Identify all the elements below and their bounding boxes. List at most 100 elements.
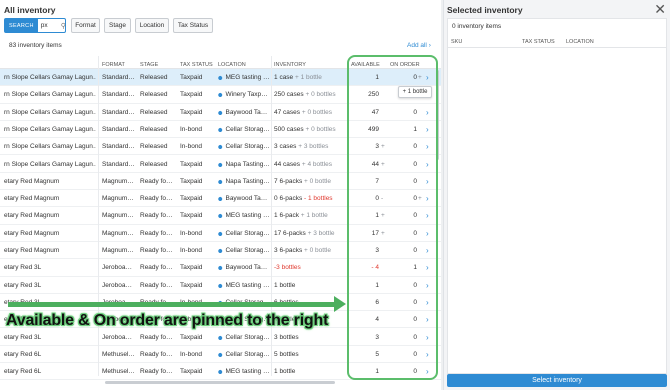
location-pin-icon: ⬤ <box>218 282 223 288</box>
chevron-right-icon[interactable]: › <box>426 363 434 380</box>
filter-stage[interactable]: Stage <box>104 18 131 33</box>
table-row[interactable]: etary Red Magnum Magnum… Ready fo… In-bond ⬤… <box>0 242 441 260</box>
chevron-right-icon[interactable]: › <box>426 69 434 86</box>
inventory-unit: 6-packs <box>279 177 303 185</box>
col-sku[interactable]: SKU <box>451 39 462 45</box>
row-format: Magnum… <box>102 177 134 185</box>
row-tax-status: Taxpaid <box>180 108 203 116</box>
inventory-qty: -3 <box>274 264 280 272</box>
chevron-right-icon[interactable]: › <box>426 104 434 121</box>
row-name: rn Slope Cellars Gamay Lagun… <box>4 74 96 81</box>
chevron-right-icon[interactable]: › <box>426 242 434 259</box>
row-location-text: Winery Taxp… <box>225 91 268 99</box>
on-order-modifier <box>418 207 424 224</box>
chevron-right-icon[interactable]: › <box>426 121 434 138</box>
chevron-right-icon[interactable]: › <box>426 329 434 346</box>
chevron-right-icon[interactable]: › <box>426 346 434 363</box>
chevron-right-icon[interactable]: › <box>426 225 434 242</box>
row-available: 3 <box>346 138 379 155</box>
on-order-modifier <box>418 225 424 242</box>
inventory-unit: bottles <box>279 333 299 341</box>
row-inventory: 7 6-packs + 0 bottle <box>274 173 346 190</box>
location-pin-icon: ⬤ <box>218 196 223 202</box>
select-inventory-button[interactable]: Select inventory <box>447 374 667 387</box>
col-location-right[interactable]: Location <box>566 39 594 45</box>
chevron-right-icon[interactable]: › <box>426 138 434 155</box>
inventory-unit: bottle <box>279 281 296 289</box>
horizontal-scrollbar[interactable] <box>105 381 335 384</box>
inventory-qty: 44 <box>274 160 282 168</box>
location-pin-icon: ⬤ <box>218 126 223 132</box>
row-format: Standard… <box>102 108 135 116</box>
search-input[interactable] <box>37 22 60 29</box>
row-name: etary Red 3L <box>4 333 42 341</box>
table-row[interactable]: rn Slope Cellars Gamay Lagun… Standard… Re… <box>0 121 441 139</box>
close-icon[interactable]: ✕ <box>654 2 666 16</box>
table-row[interactable]: rn Slope Cellars Gamay Lagun… Standard… Re… <box>0 156 441 173</box>
row-available: 5 <box>346 346 379 363</box>
search-box[interactable]: SEARCH ⚲ <box>4 18 66 33</box>
table-row[interactable]: etary Red Magnum Magnum… Ready fo… Taxpaid ⬤… <box>0 173 441 191</box>
inventory-qty: 7 <box>274 177 278 185</box>
inventory-unit: bottles <box>279 350 299 358</box>
location-pin-icon: ⬤ <box>218 109 223 115</box>
table-row[interactable]: etary Red Magnum Magnum… Ready fo… Taxpaid ⬤… <box>0 207 441 225</box>
available-modifier: + <box>381 160 385 168</box>
row-tax-status: Taxpaid <box>180 74 203 81</box>
chevron-right-icon[interactable]: › <box>426 259 434 276</box>
chevron-right-icon[interactable]: › <box>426 311 434 328</box>
inventory-qty: 1 <box>274 281 278 289</box>
table-row[interactable]: etary Red 6L Methusel… Ready fo… In-bond ⬤ Ce… <box>0 346 441 364</box>
chevron-right-icon[interactable]: › <box>426 277 434 294</box>
search-button[interactable]: SEARCH <box>5 19 38 32</box>
row-inventory: 1 6-pack + 1 bottle <box>274 207 346 224</box>
filter-location[interactable]: Location <box>135 18 169 33</box>
row-inventory: 250 cases + 0 bottles <box>274 86 346 103</box>
chevron-right-icon[interactable]: › <box>426 190 434 207</box>
table-row[interactable]: etary Red 3L Jeroboa… Ready fo… Taxpaid ⬤ Bay… <box>0 259 441 277</box>
row-tax-status: Taxpaid <box>180 160 203 168</box>
chevron-right-icon[interactable]: › <box>426 207 434 224</box>
table-row[interactable]: rn Slope Cellars Gamay Lagun… Standard… Re… <box>0 86 441 104</box>
row-location: ⬤ Winery Taxp… <box>218 86 270 103</box>
add-all-label[interactable]: Add all <box>407 42 427 49</box>
inventory-unit: cases <box>279 143 297 151</box>
filter-format[interactable]: Format <box>71 18 100 33</box>
table-row[interactable]: etary Red 3L Jeroboa… Ready fo… Taxpaid ⬤ MEG… <box>0 277 441 294</box>
table-row[interactable]: rn Slope Cellars Gamay Lagun… Standard… Re… <box>0 69 441 87</box>
chevron-right-icon[interactable]: › <box>429 42 431 49</box>
available-value: 7 <box>375 177 379 185</box>
available-value: 499 <box>368 125 379 133</box>
row-inventory: 1 bottle <box>274 277 346 294</box>
available-value: 44 <box>371 160 379 168</box>
chevron-right-icon[interactable]: › <box>426 156 434 173</box>
table-row[interactable]: etary Red 6L Methusel… Ready fo… Taxpaid ⬤ ME… <box>0 363 441 381</box>
available-modifier: + <box>381 143 385 151</box>
available-value: 3 <box>375 247 379 254</box>
table-row[interactable]: etary Red 3L Jeroboa… Ready fo… Taxpaid ⬤ Cel… <box>0 329 441 346</box>
table-row[interactable]: rn Slope Cellars Gamay Lagun… Standard… Re… <box>0 104 441 121</box>
chevron-right-icon[interactable]: › <box>426 294 434 311</box>
table-row[interactable]: etary Red Magnum Magnum… Ready fo… Taxpaid ⬤… <box>0 190 441 208</box>
available-value: 4 <box>375 316 379 324</box>
location-pin-icon: ⬤ <box>218 351 223 357</box>
search-icon[interactable]: ⚲ <box>61 22 66 30</box>
row-format: Standard… <box>102 91 135 99</box>
on-order-modifier <box>418 259 424 276</box>
row-stage: Ready fo… <box>140 229 173 237</box>
inventory-extra: + 0 bottle <box>304 247 331 254</box>
row-format: Jeroboa… <box>102 333 132 341</box>
row-name: etary Red Magnum <box>4 229 60 237</box>
filter-tax-status[interactable]: Tax Status <box>173 18 213 33</box>
vertical-scrollbar[interactable] <box>436 70 439 160</box>
col-tax-status-right[interactable]: Tax Status <box>522 39 555 45</box>
table-row[interactable]: rn Slope Cellars Gamay Lagun… Standard… Re… <box>0 138 441 156</box>
table-row[interactable]: etary Red Magnum Magnum… Ready fo… In-bond ⬤… <box>0 225 441 242</box>
add-all-link[interactable]: Add all › <box>407 42 431 49</box>
on-order-modifier <box>418 121 424 138</box>
inventory-unit: cases <box>283 160 301 168</box>
available-value: 3 <box>375 333 379 341</box>
row-stage: Ready fo… <box>140 212 173 220</box>
annotation-callout: Available & On order are pinned to the r… <box>6 312 329 329</box>
chevron-right-icon[interactable]: › <box>426 173 434 190</box>
